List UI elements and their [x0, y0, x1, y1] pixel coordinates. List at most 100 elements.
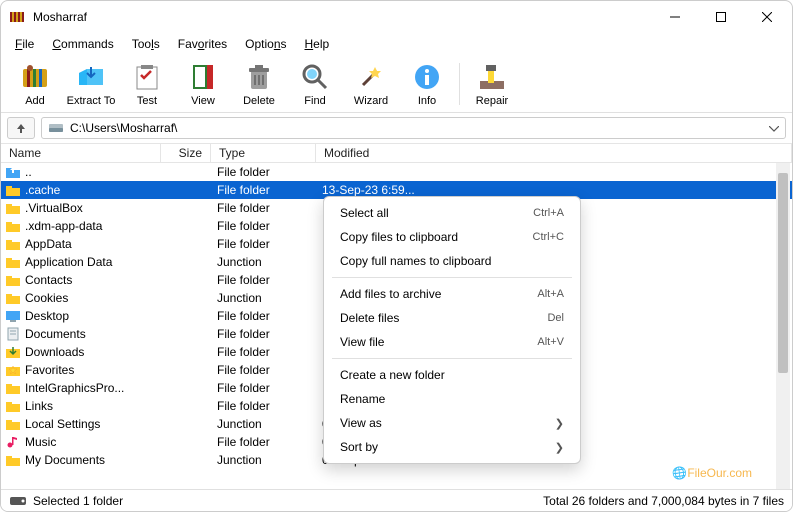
menu-options[interactable]: Options — [237, 35, 294, 53]
address-input[interactable]: C:\Users\Mosharraf\ — [41, 117, 786, 139]
folder-icon — [5, 273, 21, 287]
scrollbar[interactable] — [776, 163, 790, 489]
menu-commands[interactable]: Commands — [44, 35, 121, 53]
file-type: File folder — [211, 435, 316, 449]
status-right: Total 26 folders and 7,000,084 bytes in … — [543, 494, 784, 508]
file-name: Desktop — [25, 309, 69, 323]
folder-icon — [5, 309, 21, 323]
delete-button[interactable]: Delete — [231, 57, 287, 111]
file-name: Downloads — [25, 345, 84, 359]
folder-icon — [5, 327, 21, 341]
repair-icon — [476, 61, 508, 93]
column-headers: Name Size Type Modified — [1, 143, 792, 163]
file-name: AppData — [25, 237, 72, 251]
ctx-view-as[interactable]: View as❯ — [324, 411, 580, 435]
ctx-copy-files[interactable]: Copy files to clipboardCtrl+C — [324, 225, 580, 249]
close-button[interactable] — [744, 1, 790, 33]
toolbar: Add Extract To Test View Delete Find Wiz… — [1, 55, 792, 113]
file-type: File folder — [211, 183, 316, 197]
file-type: File folder — [211, 165, 316, 179]
add-icon — [19, 61, 51, 93]
table-row[interactable]: .. File folder — [1, 163, 792, 181]
add-button[interactable]: Add — [7, 57, 63, 111]
repair-button[interactable]: Repair — [464, 57, 520, 111]
disk-icon — [48, 121, 64, 135]
file-type: File folder — [211, 309, 316, 323]
up-button[interactable] — [7, 117, 35, 139]
menu-tools[interactable]: Tools — [124, 35, 168, 53]
status-left: Selected 1 folder — [33, 494, 543, 508]
folder-icon — [5, 165, 21, 179]
folder-icon — [5, 399, 21, 413]
column-type[interactable]: Type — [211, 144, 316, 162]
wizard-button[interactable]: Wizard — [343, 57, 399, 111]
folder-icon — [5, 363, 21, 377]
folder-icon — [5, 381, 21, 395]
file-modified: 13-Sep-23 6:59... — [316, 183, 792, 197]
column-name[interactable]: Name — [1, 144, 161, 162]
menubar: File Commands Tools Favorites Options He… — [1, 33, 792, 55]
file-type: File folder — [211, 399, 316, 413]
chevron-right-icon: ❯ — [555, 417, 564, 430]
info-button[interactable]: Info — [399, 57, 455, 111]
statusbar: Selected 1 folder Total 26 folders and 7… — [1, 489, 792, 511]
ctx-view[interactable]: View fileAlt+V — [324, 330, 580, 354]
folder-icon — [5, 183, 21, 197]
ctx-rename[interactable]: Rename — [324, 387, 580, 411]
file-name: Documents — [25, 327, 86, 341]
context-menu: Select allCtrl+A Copy files to clipboard… — [323, 196, 581, 464]
folder-icon — [5, 291, 21, 305]
maximize-button[interactable] — [698, 1, 744, 33]
menu-favorites[interactable]: Favorites — [170, 35, 235, 53]
column-size[interactable]: Size — [161, 144, 211, 162]
ctx-copy-names[interactable]: Copy full names to clipboard — [324, 249, 580, 273]
file-name: IntelGraphicsPro... — [25, 381, 124, 395]
column-modified[interactable]: Modified — [316, 144, 792, 162]
folder-icon — [5, 435, 21, 449]
file-name: Application Data — [25, 255, 112, 269]
ctx-new-folder[interactable]: Create a new folder — [324, 363, 580, 387]
test-icon — [131, 61, 163, 93]
address-path: C:\Users\Mosharraf\ — [70, 121, 177, 135]
folder-icon — [5, 417, 21, 431]
file-type: Junction — [211, 453, 316, 467]
toolbar-separator — [459, 63, 460, 105]
addressbar: C:\Users\Mosharraf\ — [1, 113, 792, 143]
test-button[interactable]: Test — [119, 57, 175, 111]
file-name: .xdm-app-data — [25, 219, 102, 233]
file-name: My Documents — [25, 453, 105, 467]
file-type: File folder — [211, 219, 316, 233]
ctx-delete[interactable]: Delete filesDel — [324, 306, 580, 330]
folder-icon — [5, 255, 21, 269]
ctx-sort-by[interactable]: Sort by❯ — [324, 435, 580, 459]
minimize-button[interactable] — [652, 1, 698, 33]
file-name: Local Settings — [25, 417, 100, 431]
folder-icon — [5, 237, 21, 251]
file-name: .VirtualBox — [25, 201, 83, 215]
file-name: Contacts — [25, 273, 72, 287]
ctx-separator — [332, 358, 572, 359]
extract-button[interactable]: Extract To — [63, 57, 119, 111]
ctx-separator — [332, 277, 572, 278]
app-icon — [9, 9, 25, 25]
view-button[interactable]: View — [175, 57, 231, 111]
file-type: Junction — [211, 255, 316, 269]
scrollbar-thumb[interactable] — [778, 173, 788, 373]
file-type: File folder — [211, 327, 316, 341]
extract-icon — [75, 61, 107, 93]
chevron-down-icon[interactable] — [769, 121, 779, 135]
find-icon — [299, 61, 331, 93]
chevron-right-icon: ❯ — [555, 441, 564, 454]
menu-file[interactable]: File — [7, 35, 42, 53]
file-name: Cookies — [25, 291, 68, 305]
menu-help[interactable]: Help — [297, 35, 338, 53]
folder-icon — [5, 219, 21, 233]
up-arrow-icon — [15, 122, 27, 134]
view-icon — [187, 61, 219, 93]
find-button[interactable]: Find — [287, 57, 343, 111]
ctx-add-archive[interactable]: Add files to archiveAlt+A — [324, 282, 580, 306]
file-type: File folder — [211, 381, 316, 395]
file-name: Music — [25, 435, 56, 449]
file-name: .. — [25, 165, 32, 179]
ctx-select-all[interactable]: Select allCtrl+A — [324, 201, 580, 225]
